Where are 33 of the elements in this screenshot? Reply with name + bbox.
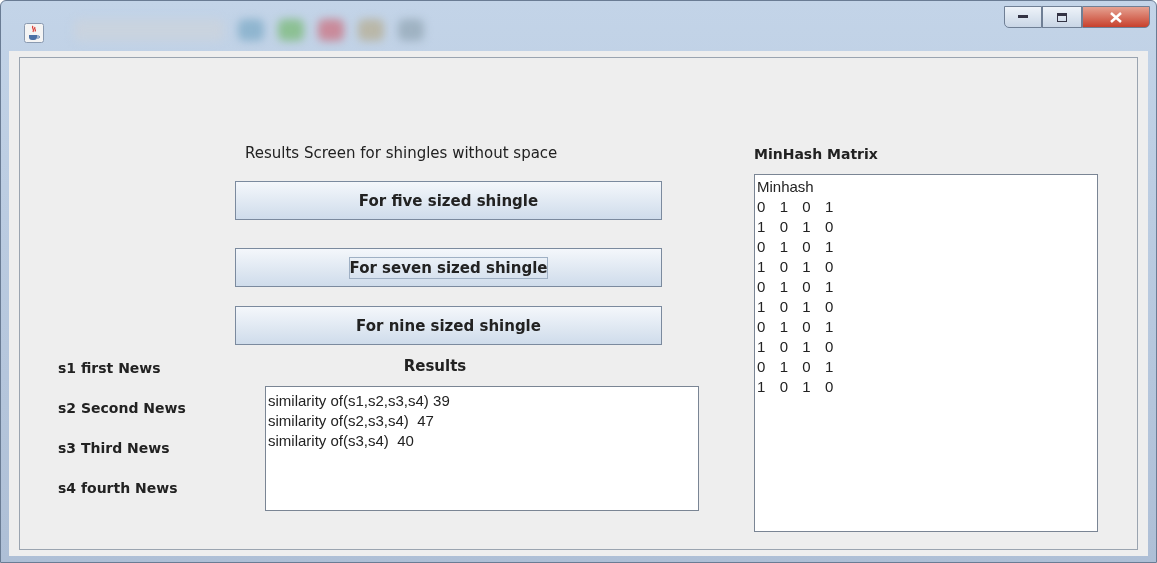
matrix-row-text: 0 1 0 1: [757, 317, 837, 337]
shingle-button[interactable]: For nine sized shingle: [235, 306, 662, 345]
matrix-row-text: 1 0 1 0: [757, 217, 837, 237]
matrix-header: Minhash: [757, 177, 815, 197]
close-icon: [1110, 11, 1122, 23]
news-label: s3 Third News: [58, 440, 171, 458]
matrix-row-text: 1 0 1 0: [757, 297, 837, 317]
news-label: s1 first News: [58, 360, 162, 378]
minimize-icon: [1018, 15, 1028, 19]
matrix-text-area[interactable]: Minhash 0 1 0 1 1 0 1 0 0 1 0 1 1 0 1 0 0 1 0 1 1 0 1 0 0 1 0 1 1 0 1 0 0 1 0 1 1 0 1 0: [754, 174, 1098, 532]
results-title: Results: [402, 357, 468, 375]
screen-heading: Results Screen for shingles without space: [245, 144, 559, 162]
matrix-row-text: 0 1 0 1: [757, 237, 837, 257]
shingle-button[interactable]: For seven sized shingle: [235, 248, 662, 287]
matrix-row-text: 0 1 0 1: [757, 277, 837, 297]
minimize-button[interactable]: [1004, 6, 1042, 28]
close-button[interactable]: [1082, 6, 1150, 28]
maximize-button[interactable]: [1042, 6, 1082, 28]
matrix-row-text: 0 1 0 1: [757, 197, 837, 217]
matrix-row-text: 1 0 1 0: [757, 337, 837, 357]
news-label: s4 fourth News: [58, 480, 179, 498]
matrix-row-text: 1 0 1 0: [757, 257, 837, 277]
coffee-cup-icon: [24, 23, 44, 43]
news-label: s2 Second News: [58, 400, 187, 418]
matrix-row-text: 1 0 1 0: [757, 377, 837, 397]
shingle-button[interactable]: For five sized shingle: [235, 181, 662, 220]
matrix-row-text: 0 1 0 1: [757, 357, 837, 377]
result-line: similarity of(s2,s3,s4) 47: [268, 411, 435, 431]
results-text-area[interactable]: similarity of(s1,s2,s3,s4) 39 similarity of(s2,s3,s4) 47 similarity of(s3,s4) 40: [265, 386, 699, 511]
matrix-title: MinHash Matrix: [754, 146, 879, 162]
maximize-icon: [1057, 12, 1067, 22]
result-line: similarity of(s1,s2,s3,s4) 39: [268, 391, 451, 411]
result-line: similarity of(s3,s4) 40: [268, 431, 415, 451]
